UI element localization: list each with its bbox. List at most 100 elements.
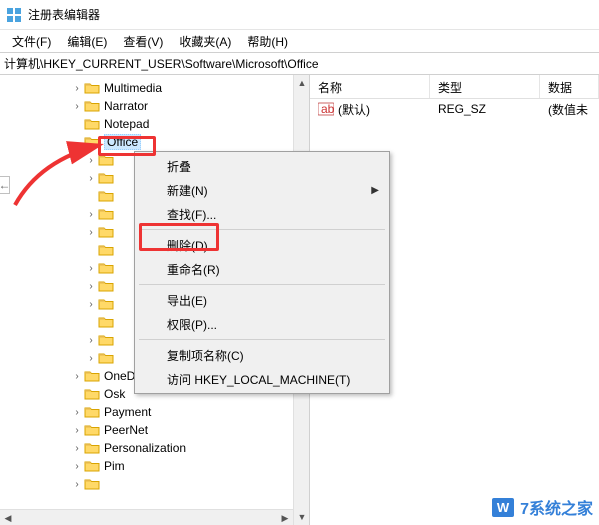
chevron-right-icon[interactable]: › — [84, 333, 98, 347]
folder-icon — [84, 387, 100, 401]
svg-text:ab: ab — [321, 102, 334, 116]
menu-view[interactable]: 查看(V) — [115, 31, 171, 52]
menu-edit[interactable]: 编辑(E) — [59, 31, 115, 52]
table-row[interactable]: ab (默认) REG_SZ (数值未 — [310, 99, 599, 119]
menu-bar: 文件(F) 编辑(E) 查看(V) 收藏夹(A) 帮助(H) — [0, 30, 599, 52]
chevron-right-icon[interactable]: › — [84, 261, 98, 275]
side-tab[interactable]: ← — [0, 176, 10, 194]
address-path: 计算机\HKEY_CURRENT_USER\Software\Microsoft… — [4, 55, 319, 72]
folder-icon — [98, 261, 114, 275]
ctx-collapse[interactable]: 折叠 — [137, 154, 387, 178]
folder-icon — [98, 279, 114, 293]
chevron-right-icon[interactable]: › — [70, 99, 84, 113]
chevron-right-icon[interactable]: › — [84, 171, 98, 185]
folder-icon — [98, 207, 114, 221]
chevron-right-icon[interactable]: › — [84, 279, 98, 293]
scroll-right-icon[interactable]: ▶ — [277, 510, 293, 525]
folder-icon — [84, 81, 100, 95]
chevron-right-icon[interactable]: › — [70, 81, 84, 95]
menu-help[interactable]: 帮助(H) — [239, 31, 296, 52]
title-bar: 注册表编辑器 — [0, 0, 599, 30]
tree-node-label: Narrator — [104, 99, 148, 113]
app-icon — [6, 7, 22, 23]
tree-node[interactable]: › Narrator — [0, 97, 293, 115]
chevron-right-icon[interactable]: › — [84, 153, 98, 167]
tree-node-label: PeerNet — [104, 423, 148, 437]
tree-node[interactable]: ⌄ Office — [0, 133, 293, 151]
folder-icon — [98, 315, 114, 329]
chevron-right-icon[interactable]: › — [70, 405, 84, 419]
scroll-down-icon[interactable]: ▼ — [294, 509, 310, 525]
ctx-delete[interactable]: 删除(D) — [137, 233, 387, 257]
chevron-right-icon[interactable]: › — [70, 459, 84, 473]
folder-icon — [84, 135, 100, 149]
ctx-goto-hklm[interactable]: 访问 HKEY_LOCAL_MACHINE(T) — [137, 367, 387, 391]
folder-icon — [98, 297, 114, 311]
tree-node[interactable]: › Personalization — [0, 439, 293, 457]
chevron-right-icon[interactable]: › — [84, 297, 98, 311]
chevron-right-icon[interactable]: › — [70, 477, 84, 491]
chevron-right-icon[interactable]: › — [70, 369, 84, 383]
folder-icon — [98, 351, 114, 365]
ctx-separator — [139, 284, 385, 285]
tree-node[interactable]: › PeerNet — [0, 421, 293, 439]
chevron-right-icon[interactable]: › — [84, 351, 98, 365]
ctx-separator — [139, 339, 385, 340]
scroll-left-icon[interactable]: ◀ — [0, 510, 16, 525]
folder-icon — [84, 459, 100, 473]
folder-icon — [98, 225, 114, 239]
tree-node-label: Osk — [104, 387, 125, 401]
values-header: 名称 类型 数据 — [310, 75, 599, 99]
ctx-export[interactable]: 导出(E) — [137, 288, 387, 312]
folder-icon — [84, 99, 100, 113]
tree-scrollbar-horizontal[interactable]: ◀ ▶ — [0, 509, 293, 525]
tree-node[interactable]: › Multimedia — [0, 79, 293, 97]
tree-node[interactable]: ›Payment — [0, 403, 293, 421]
tree-node[interactable]: ›Notepad — [0, 115, 293, 133]
menu-file[interactable]: 文件(F) — [4, 31, 59, 52]
value-data: (数值未 — [540, 99, 596, 120]
folder-icon — [98, 333, 114, 347]
folder-icon — [84, 405, 100, 419]
value-name: (默认) — [338, 101, 370, 118]
tree-node-label: Office — [104, 134, 141, 150]
address-bar[interactable]: 计算机\HKEY_CURRENT_USER\Software\Microsoft… — [0, 53, 599, 75]
watermark: W 7系统之家 — [492, 495, 593, 519]
ctx-separator — [139, 229, 385, 230]
folder-icon — [98, 171, 114, 185]
watermark-badge: W — [492, 498, 514, 517]
column-data[interactable]: 数据 — [540, 75, 599, 98]
folder-icon — [84, 441, 100, 455]
watermark-text: 7系统之家 — [520, 495, 593, 519]
folder-icon — [84, 117, 100, 131]
tree-node-label: Notepad — [104, 117, 149, 131]
chevron-right-icon: ▶ — [371, 185, 379, 196]
value-type: REG_SZ — [430, 100, 540, 118]
tree-node-label: Personalization — [104, 441, 186, 455]
window-title: 注册表编辑器 — [28, 6, 100, 23]
ctx-copy-key-name[interactable]: 复制项名称(C) — [137, 343, 387, 367]
context-menu: 折叠 新建(N)▶ 查找(F)... 删除(D) 重命名(R) 导出(E) 权限… — [134, 151, 390, 394]
ctx-new[interactable]: 新建(N)▶ — [137, 178, 387, 202]
tree-node[interactable]: › — [0, 475, 293, 493]
chevron-right-icon[interactable]: › — [70, 423, 84, 437]
chevron-down-icon[interactable]: ⌄ — [70, 135, 84, 149]
tree-node[interactable]: ›Pim — [0, 457, 293, 475]
menu-favorites[interactable]: 收藏夹(A) — [171, 31, 239, 52]
string-value-icon: ab — [318, 102, 334, 116]
column-name[interactable]: 名称 — [310, 75, 430, 98]
folder-icon — [98, 153, 114, 167]
folder-icon — [98, 243, 114, 257]
ctx-rename[interactable]: 重命名(R) — [137, 257, 387, 281]
chevron-right-icon[interactable]: › — [84, 225, 98, 239]
value-name-cell: ab (默认) — [310, 99, 430, 120]
tree-node-label: Multimedia — [104, 81, 162, 95]
folder-icon — [84, 477, 100, 491]
folder-icon — [84, 369, 100, 383]
ctx-permissions[interactable]: 权限(P)... — [137, 312, 387, 336]
scroll-up-icon[interactable]: ▲ — [294, 75, 310, 91]
chevron-right-icon[interactable]: › — [84, 207, 98, 221]
chevron-right-icon[interactable]: › — [70, 441, 84, 455]
ctx-find[interactable]: 查找(F)... — [137, 202, 387, 226]
column-type[interactable]: 类型 — [430, 75, 540, 98]
